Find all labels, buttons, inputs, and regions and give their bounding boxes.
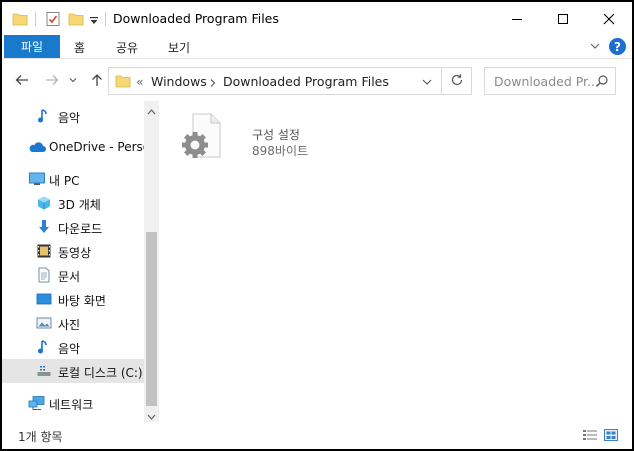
scroll-up-chevron-icon[interactable] xyxy=(147,105,156,119)
file-list: 구성 설정 898바이트 xyxy=(160,101,632,422)
sidebar-item-label: OneDrive - Personal xyxy=(49,140,144,154)
toolbar-divider xyxy=(105,12,106,26)
breadcrumb-current[interactable]: Downloaded Program Files xyxy=(223,74,389,89)
properties-check-icon[interactable] xyxy=(45,11,61,27)
sidebar-item-local-disk[interactable]: 로컬 디스크 (C:) xyxy=(2,359,144,383)
music-note-icon xyxy=(36,339,52,355)
navigation-bar: « Windows Downloaded Program Files Downl… xyxy=(2,59,632,101)
ribbon-tabs: 파일 홈 공유 보기 ? xyxy=(2,35,632,59)
sidebar-item-3d-objects[interactable]: 3D 개체 xyxy=(2,191,144,215)
scrollbar-thumb[interactable] xyxy=(146,232,157,406)
3d-objects-icon xyxy=(36,195,52,211)
music-note-icon xyxy=(36,108,52,124)
address-dropdown-chevron-icon[interactable] xyxy=(421,76,433,91)
sidebar-item-desktop[interactable]: 바탕 화면 xyxy=(2,287,144,311)
status-bar: 1개 항목 xyxy=(2,422,632,449)
sidebar-item-label: 동영상 xyxy=(58,246,92,260)
pictures-icon xyxy=(36,315,52,331)
tab-view[interactable]: 보기 xyxy=(168,39,190,56)
large-icons-view-icon[interactable] xyxy=(603,428,619,442)
sidebar-item-label: 음악 xyxy=(58,111,81,125)
new-folder-icon[interactable] xyxy=(68,11,84,27)
tab-home[interactable]: 홈 xyxy=(74,39,85,56)
customize-toolbar-dropdown-icon[interactable] xyxy=(89,11,99,27)
desktop-icon xyxy=(36,291,52,307)
sidebar-item-documents[interactable]: 문서 xyxy=(2,263,144,287)
sidebar-item-label: 다운로드 xyxy=(58,222,103,236)
maximize-button[interactable] xyxy=(540,2,586,35)
breadcrumb-windows[interactable]: Windows xyxy=(151,74,207,89)
search-placeholder[interactable]: Downloaded Pr... xyxy=(494,74,599,89)
folder-icon xyxy=(12,11,28,27)
this-pc-icon xyxy=(28,171,45,187)
sidebar-item-label: 네트워크 xyxy=(49,398,94,412)
sidebar-item-this-pc[interactable]: 내 PC xyxy=(2,167,144,191)
sidebar-item-pictures[interactable]: 사진 xyxy=(2,311,144,335)
sidebar-item-onedrive[interactable]: OneDrive - Personal xyxy=(2,135,144,159)
breadcrumb-overflow[interactable]: « xyxy=(136,74,144,89)
tab-file[interactable]: 파일 xyxy=(4,35,60,58)
refresh-icon xyxy=(450,73,464,90)
search-box[interactable]: Downloaded Pr... xyxy=(484,67,616,95)
sidebar-item-label: 내 PC xyxy=(49,174,80,188)
search-icon[interactable] xyxy=(595,74,609,91)
address-bar[interactable]: « Windows Downloaded Program Files xyxy=(108,67,442,95)
config-settings-file-icon xyxy=(181,112,227,163)
file-item[interactable]: 구성 설정 898바이트 xyxy=(178,111,338,161)
download-arrow-icon xyxy=(36,219,52,235)
file-size: 898바이트 xyxy=(252,144,309,158)
toolbar-divider xyxy=(35,12,36,26)
explorer-window: Downloaded Program Files 파일 홈 공유 보기 ? « … xyxy=(2,2,632,449)
file-name[interactable]: 구성 설정 xyxy=(252,126,300,143)
navigation-pane: 음악 OneDrive - Personal 내 PC 3D 개체 다운로드 xyxy=(2,101,159,422)
sidebar-item-music[interactable]: 음악 xyxy=(2,335,144,359)
close-button[interactable] xyxy=(586,2,632,35)
sidebar-item-videos[interactable]: 동영상 xyxy=(2,239,144,263)
minimize-button[interactable] xyxy=(494,2,540,35)
sidebar-item-music-quick[interactable]: 음악 xyxy=(2,104,144,128)
sidebar-item-label: 3D 개체 xyxy=(58,198,101,212)
sidebar-item-label: 문서 xyxy=(58,270,81,284)
details-view-icon[interactable] xyxy=(582,428,598,442)
refresh-button[interactable] xyxy=(442,67,472,95)
recent-locations-chevron-icon[interactable] xyxy=(68,72,78,88)
sidebar-item-network[interactable]: 네트워크 xyxy=(2,391,144,415)
tab-share[interactable]: 공유 xyxy=(116,39,138,56)
folder-icon xyxy=(115,73,131,92)
breadcrumb-separator-icon[interactable] xyxy=(209,77,217,91)
document-icon xyxy=(36,267,52,283)
expand-ribbon-chevron-icon[interactable] xyxy=(589,39,601,56)
video-film-icon xyxy=(36,243,52,259)
forward-arrow-icon[interactable] xyxy=(44,72,60,88)
window-title: Downloaded Program Files xyxy=(113,11,279,26)
onedrive-cloud-icon xyxy=(28,139,46,155)
network-icon xyxy=(28,395,45,411)
title-bar: Downloaded Program Files xyxy=(2,2,632,35)
sidebar-item-label: 음악 xyxy=(58,342,81,356)
sidebar-item-label: 로컬 디스크 (C:) xyxy=(58,366,143,380)
local-disk-icon xyxy=(36,363,52,379)
sidebar-item-label: 바탕 화면 xyxy=(58,294,106,308)
sidebar-item-downloads[interactable]: 다운로드 xyxy=(2,215,144,239)
back-arrow-icon[interactable] xyxy=(14,72,30,88)
help-icon[interactable]: ? xyxy=(609,38,626,55)
sidebar-scrollbar[interactable] xyxy=(144,101,159,422)
item-count: 1개 항목 xyxy=(18,430,63,444)
sidebar-item-label: 사진 xyxy=(58,318,81,332)
up-arrow-icon[interactable] xyxy=(89,72,105,88)
